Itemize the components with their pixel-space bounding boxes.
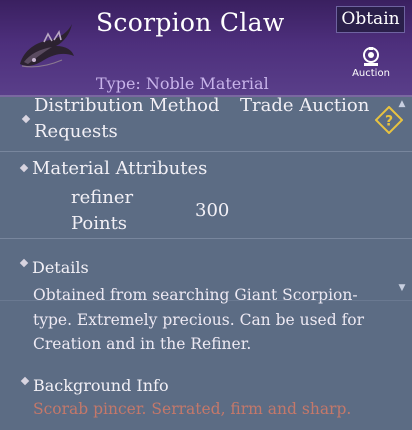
stat-label-line1: refiner bbox=[71, 187, 134, 208]
stat-label-line2: Points bbox=[71, 213, 128, 234]
distribution-label-line1: Distribution Method bbox=[34, 95, 220, 116]
background-title: Background Info bbox=[33, 376, 169, 395]
chevron-down-icon[interactable]: ▼ bbox=[397, 284, 407, 293]
divider bbox=[0, 151, 412, 152]
attributes-title: Material Attributes bbox=[32, 158, 208, 179]
stat-value: 300 bbox=[195, 200, 230, 221]
details-text: Obtained from searching Giant Scorpion-t… bbox=[33, 286, 365, 353]
distribution-label-line2: Requests bbox=[34, 121, 118, 142]
item-header: Scorpion Claw Type: Noble Material Obtai… bbox=[0, 0, 412, 97]
background-text: Scorab pincer. Serrated, firm and sharp. bbox=[33, 400, 352, 418]
question-icon[interactable]: ? bbox=[375, 106, 403, 134]
divider bbox=[0, 300, 412, 301]
item-name: Scorpion Claw bbox=[96, 8, 285, 37]
svg-text:?: ? bbox=[385, 114, 393, 130]
auction-icon bbox=[363, 47, 379, 66]
details-title: Details bbox=[32, 258, 89, 277]
item-type: Type: Noble Material bbox=[96, 74, 269, 93]
auction-button[interactable]: Auction bbox=[348, 44, 394, 84]
obtain-button[interactable]: Obtain bbox=[336, 6, 405, 33]
distribution-value: Trade Auction bbox=[240, 95, 370, 116]
chevron-up-icon[interactable]: ▲ bbox=[397, 100, 407, 109]
auction-label: Auction bbox=[352, 68, 390, 79]
scorpion-claw-image bbox=[20, 24, 74, 68]
divider bbox=[0, 238, 412, 239]
